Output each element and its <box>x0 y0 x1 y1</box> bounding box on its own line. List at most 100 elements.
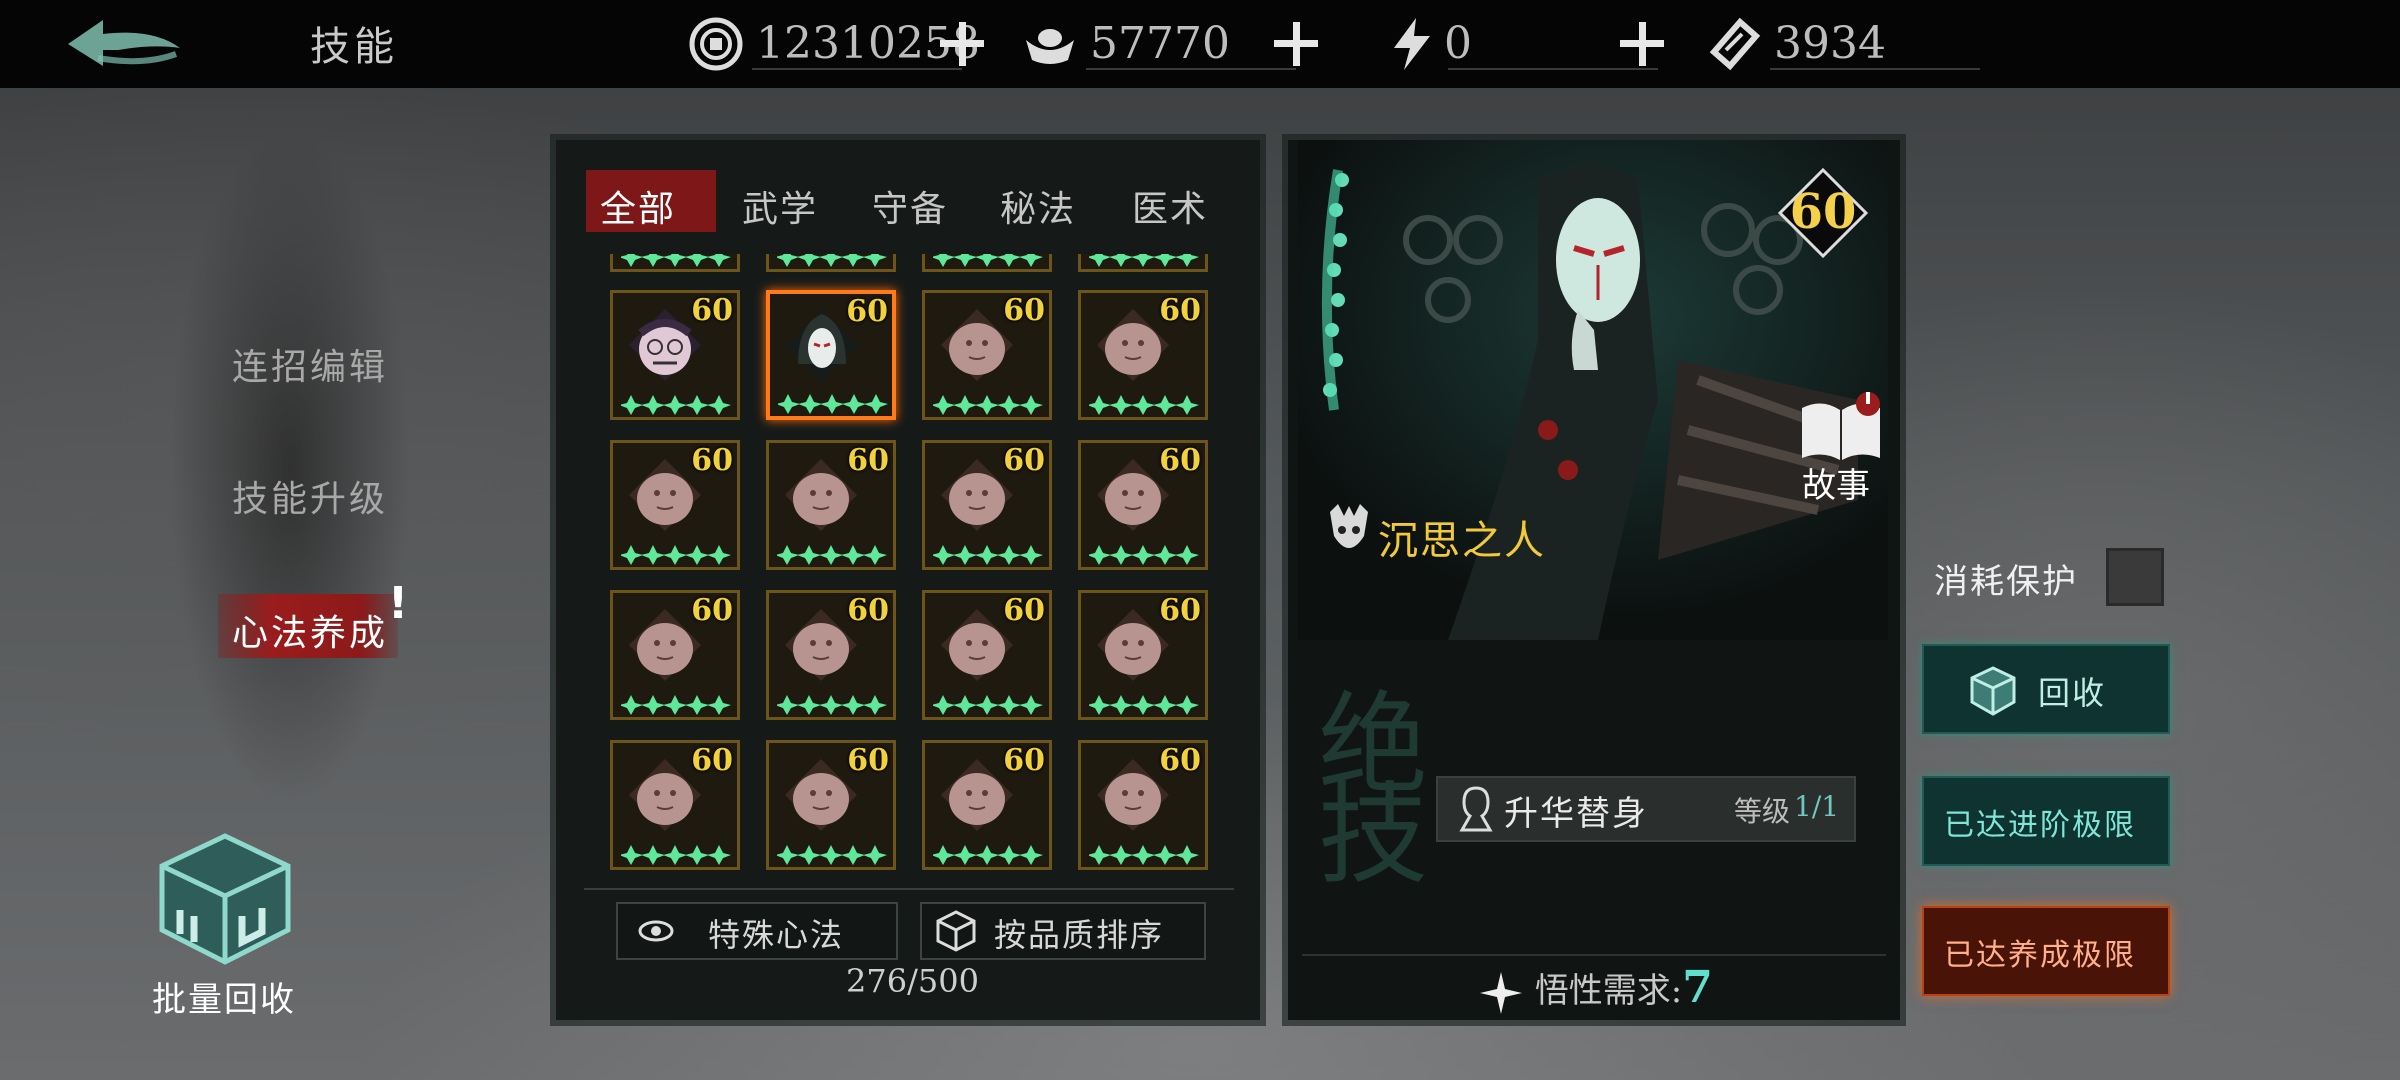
back-arrow-icon[interactable] <box>58 14 188 74</box>
mindset-item[interactable]: 60 <box>922 590 1052 720</box>
mindset-item[interactable]: 60 <box>1078 254 1208 272</box>
requirement-value: 7 <box>1682 962 1713 1013</box>
item-level: 60 <box>847 593 889 628</box>
requirement: 悟性需求:7 <box>1478 962 1713 1016</box>
tab-label: 全部 <box>600 189 677 230</box>
tab-martial[interactable]: 武学 <box>742 180 818 232</box>
recycle-cube-icon <box>159 833 291 965</box>
advance-limit-label: 已达进阶极限 <box>1944 808 2136 843</box>
story-label: 故事 <box>1802 466 1870 506</box>
item-level: 60 <box>847 743 889 778</box>
cube-icon <box>936 910 976 952</box>
tab-all[interactable]: 全部 <box>586 170 716 232</box>
character-name: 沉思之人 <box>1378 518 1546 564</box>
add-coin-button[interactable] <box>936 18 988 70</box>
skill-name: 升华替身 <box>1504 794 1648 834</box>
item-level: 60 <box>1159 443 1201 478</box>
add-energy-button[interactable] <box>1616 18 1668 70</box>
item-level: 60 <box>1003 293 1045 328</box>
mindset-item[interactable]: 60 <box>766 290 896 420</box>
divider <box>584 888 1234 890</box>
level-value: 60 <box>1789 184 1857 240</box>
mindset-item[interactable]: 60 <box>766 440 896 570</box>
item-level: 60 <box>1159 593 1201 628</box>
divider <box>1770 68 1980 70</box>
sidebar-item-skill-upgrade[interactable]: 技能升级 <box>232 470 388 522</box>
page-title: 技能 <box>310 24 398 70</box>
advance-limit-button[interactable]: 已达进阶极限 <box>1922 776 2170 866</box>
tab-medicine[interactable]: 医术 <box>1132 180 1208 232</box>
tab-guard[interactable]: 守备 <box>872 180 948 232</box>
cultivate-limit-button[interactable]: 已达养成极限 <box>1922 906 2170 996</box>
alert-icon: ! <box>388 578 409 629</box>
mindset-item[interactable]: 60 <box>1078 440 1208 570</box>
consume-protect-label: 消耗保护 <box>1934 562 2078 602</box>
detail-panel: 60 故事 沉思之人 绝技 升华替身 等级 1/1 悟性需求:7 <box>1288 140 1900 1020</box>
item-level: 60 <box>846 294 888 329</box>
item-level: 60 <box>847 443 889 478</box>
inventory-panel: 全部 武学 守备 秘法 医术 60 60 60 60 60 60 60 60 60 60 60 60 6… <box>556 140 1260 1020</box>
mindset-item[interactable]: 60 <box>766 590 896 720</box>
sidebar-item-combo-edit[interactable]: 连招编辑 <box>232 338 388 390</box>
mindset-item[interactable]: 60 <box>610 290 740 420</box>
batch-recycle-label: 批量回收 <box>152 980 296 1020</box>
mindset-item[interactable]: 60 <box>922 440 1052 570</box>
item-level: 60 <box>1159 743 1201 778</box>
tab-secret[interactable]: 秘法 <box>1000 180 1076 232</box>
mindset-item[interactable]: 60 <box>922 254 1052 272</box>
add-silver-button[interactable] <box>1270 18 1322 70</box>
mindset-item[interactable]: 60 <box>1078 590 1208 720</box>
sidebar-item-label: 心法养成 <box>232 613 389 654</box>
special-mindset-button[interactable]: 特殊心法 <box>616 902 898 960</box>
eye-icon <box>638 920 674 942</box>
sort-label: 按品质排序 <box>994 916 1165 954</box>
sort-by-quality-button[interactable]: 按品质排序 <box>920 902 1206 960</box>
divider <box>1086 68 1296 70</box>
demon-mask-icon <box>1330 504 1368 548</box>
silver-ingot-icon <box>1022 16 1078 72</box>
item-level: 60 <box>691 743 733 778</box>
item-level: 60 <box>1003 443 1045 478</box>
special-mindset-label: 特殊心法 <box>708 916 845 954</box>
skill-level-value: 1/1 <box>1794 790 1840 823</box>
mindset-item[interactable]: 60 <box>610 590 740 720</box>
level-badge: 60 <box>1778 168 1868 258</box>
mindset-item[interactable]: 60 <box>766 740 896 870</box>
mindset-item[interactable]: 60 <box>1078 290 1208 420</box>
item-level: 60 <box>1003 593 1045 628</box>
coin-icon <box>688 16 744 72</box>
mindset-item[interactable]: 60 <box>610 254 740 272</box>
mindset-item[interactable]: 60 <box>610 740 740 870</box>
ticket-value: 3934 <box>1774 18 1886 69</box>
recycle-button[interactable]: 回收 <box>1922 644 2170 734</box>
inventory-count: 276/500 <box>846 962 979 1000</box>
mindset-item[interactable]: 60 <box>922 290 1052 420</box>
lightning-icon <box>1384 16 1440 72</box>
item-level: 60 <box>1159 293 1201 328</box>
divider <box>1302 954 1886 956</box>
ticket-icon <box>1706 16 1762 72</box>
skill-row[interactable]: 升华替身 等级 1/1 <box>1436 776 1856 842</box>
requirement-label: 悟性需求: <box>1534 971 1683 1011</box>
top-bar: 技能 12310258 57770 0 3934 <box>0 0 2400 88</box>
energy-value: 0 <box>1444 18 1472 69</box>
cultivate-limit-label: 已达养成极限 <box>1944 938 2136 973</box>
recycle-cube-icon <box>1970 666 2016 716</box>
mindset-item[interactable]: 60 <box>922 740 1052 870</box>
item-level: 60 <box>691 443 733 478</box>
consume-protect-checkbox[interactable] <box>2106 548 2164 606</box>
skill-level-label: 等级 <box>1734 795 1791 828</box>
item-level: 60 <box>691 293 733 328</box>
mindset-item[interactable]: 60 <box>766 254 896 272</box>
item-level: 60 <box>691 593 733 628</box>
mindset-item[interactable]: 60 <box>610 440 740 570</box>
figure-icon <box>1459 786 1493 832</box>
item-level: 60 <box>1003 743 1045 778</box>
ultimate-label: 绝技 <box>1318 681 1428 899</box>
silver-value: 57770 <box>1090 18 1230 69</box>
insight-icon <box>1480 972 1522 1014</box>
recycle-label: 回收 <box>2038 674 2107 712</box>
sidebar-item-mind-cultivation[interactable]: 心法养成 <box>218 594 398 658</box>
divider <box>752 68 962 70</box>
mindset-item[interactable]: 60 <box>1078 740 1208 870</box>
